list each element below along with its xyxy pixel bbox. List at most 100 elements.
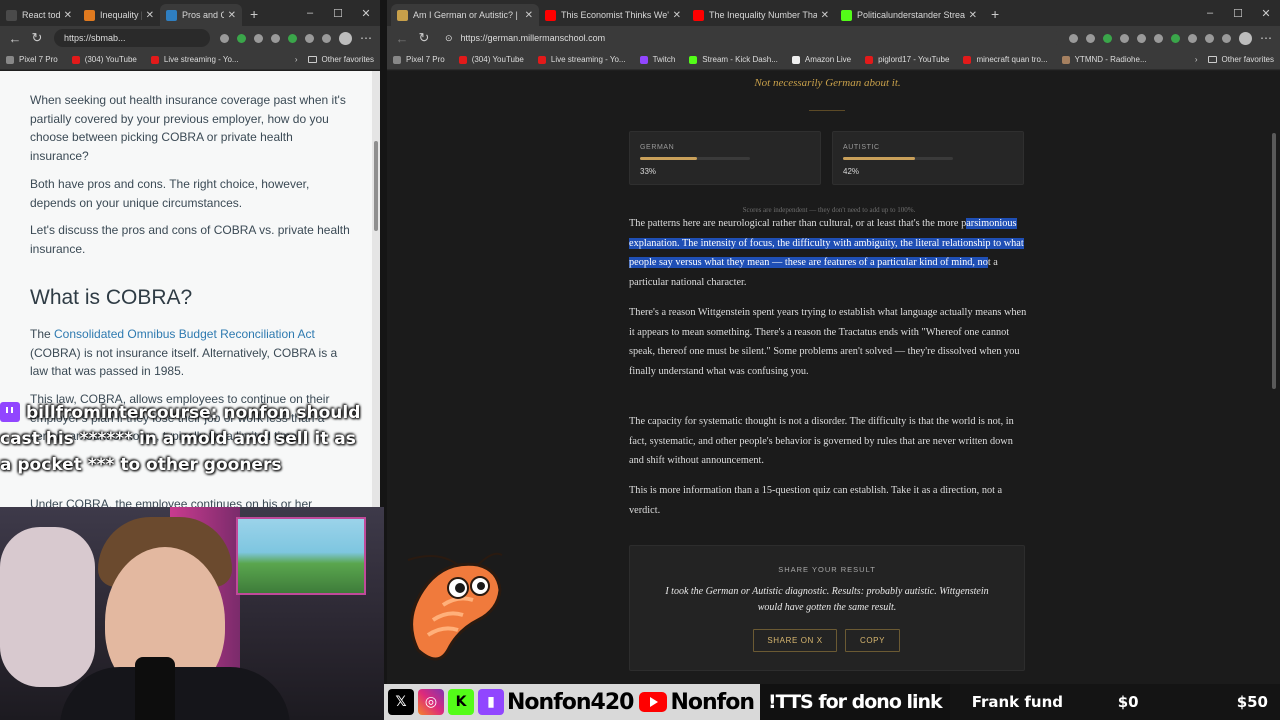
tab-favicon-icon: [166, 9, 177, 21]
share-on-x-button[interactable]: SHARE ON X: [753, 629, 837, 652]
bookmark-minecraft[interactable]: minecraft quan tro...: [963, 55, 1048, 64]
minimize-icon[interactable]: –: [1196, 7, 1224, 20]
close-tab-icon[interactable]: ✕: [673, 10, 681, 21]
tab-inequality-number[interactable]: The Inequality Number That Chang ✕: [687, 4, 835, 26]
bookmark-twitch[interactable]: Twitch: [639, 55, 675, 64]
background-poster: [236, 517, 366, 595]
tab-politicalunderstander[interactable]: Politicalunderstander Stream - Wa ✕: [835, 4, 983, 26]
menu-icon[interactable]: ⋯: [360, 31, 372, 45]
score-bar: [640, 157, 750, 160]
close-window-icon[interactable]: ✕: [352, 7, 380, 20]
tab-react-today[interactable]: React today | ✕: [0, 4, 78, 26]
right-url-field[interactable]: ⊙ https://german.millermanschool.com: [441, 29, 1059, 47]
section-heading: What is COBRA?: [30, 286, 193, 309]
star-icon[interactable]: [1086, 33, 1095, 43]
share-quote: I took the German or Autistic diagnostic…: [665, 586, 989, 613]
result-paragraph: The capacity for systematic thought is n…: [629, 416, 1014, 467]
close-tab-icon[interactable]: ✕: [146, 10, 154, 21]
extension-icon[interactable]: [271, 33, 280, 43]
extension-icon[interactable]: [1120, 33, 1129, 43]
close-tab-icon[interactable]: ✕: [64, 10, 72, 21]
new-tab-icon[interactable]: +: [983, 6, 1007, 22]
bookmark-pixel[interactable]: Pixel 7 Pro: [6, 55, 58, 64]
bookmark-youtube[interactable]: (304) YouTube: [71, 55, 137, 64]
youtube-icon: [537, 55, 546, 64]
share-title: SHARE YOUR RESULT: [778, 565, 876, 574]
article-paragraph: Both have pros and cons. The right choic…: [30, 177, 310, 210]
result-paragraph: The patterns here are neurological rathe…: [629, 218, 1024, 289]
extension-icon[interactable]: [237, 33, 246, 43]
shrimp-mascot-icon: [407, 552, 503, 661]
chevron-right-icon[interactable]: ›: [1195, 55, 1198, 64]
youtube-icon: [458, 55, 467, 64]
extension-icon[interactable]: [1103, 33, 1112, 43]
minimize-icon[interactable]: –: [296, 7, 324, 20]
youtube-icon: [545, 9, 556, 21]
extension-icon[interactable]: [322, 33, 331, 43]
tab-favicon-icon: [84, 9, 95, 21]
scrollbar-thumb[interactable]: [374, 141, 378, 231]
tab-inequality[interactable]: Inequality | N ✕: [78, 4, 160, 26]
star-icon[interactable]: [220, 33, 229, 43]
instagram-icon: ◎: [418, 689, 444, 715]
chat-username: billfromintercourse:: [26, 403, 218, 423]
chevron-right-icon[interactable]: ›: [295, 55, 298, 64]
extension-icon[interactable]: [288, 33, 297, 43]
extension-icon[interactable]: [1205, 33, 1214, 43]
back-icon[interactable]: ←: [391, 31, 413, 46]
bookmark-live[interactable]: Live streaming - Yo...: [537, 55, 626, 64]
score-bar-fill: [843, 157, 915, 160]
tab-german-or-autistic[interactable]: Am I German or Autistic? | Millerm ✕: [391, 4, 539, 26]
result-page-content: Not necessarily German about it. GERMAN …: [387, 71, 1268, 684]
other-favorites[interactable]: Other favorites: [307, 55, 374, 64]
close-window-icon[interactable]: ✕: [1252, 7, 1280, 20]
close-tab-icon[interactable]: ✕: [525, 10, 533, 21]
maximize-icon[interactable]: ☐: [324, 7, 352, 20]
bookmark-kick[interactable]: Stream - Kick Dash...: [689, 55, 778, 64]
divider-rule: [809, 110, 845, 111]
right-extension-icons: ⋯: [1065, 31, 1276, 45]
left-tab-strip: React today | ✕ Inequality | N ✕ Pros an…: [0, 0, 380, 26]
new-tab-icon[interactable]: +: [242, 6, 266, 22]
right-tab-strip: Am I German or Autistic? | Millerm ✕ Thi…: [387, 0, 1280, 26]
bookmark-ytmnd[interactable]: YTMND - Radiohe...: [1061, 55, 1147, 64]
extension-icon[interactable]: [1171, 33, 1180, 43]
window-controls: – ☐ ✕: [296, 7, 380, 20]
bookmark-piglord[interactable]: piglord17 - YouTube: [865, 55, 949, 64]
tab-pros-and-cons[interactable]: Pros and Cons ✕: [160, 4, 242, 26]
bookmark-youtube[interactable]: (304) YouTube: [458, 55, 524, 64]
read-aloud-icon[interactable]: [1069, 33, 1078, 43]
extension-icon[interactable]: [305, 33, 314, 43]
reload-icon[interactable]: ↻: [26, 30, 48, 46]
bookmark-live[interactable]: Live streaming - Yo...: [150, 55, 239, 64]
other-favorites[interactable]: Other favorites: [1207, 55, 1274, 64]
close-tab-icon[interactable]: ✕: [228, 10, 236, 21]
bookmark-amazon-live[interactable]: Amazon Live: [791, 55, 851, 64]
menu-icon[interactable]: ⋯: [1260, 31, 1272, 45]
article-paragraph: When seeking out health insurance covera…: [30, 93, 346, 163]
left-address-bar-row: ← ↻ https://sbmab... ⋯: [0, 26, 380, 50]
cobra-act-link[interactable]: Consolidated Omnibus Budget Reconciliati…: [54, 327, 315, 341]
extension-icon[interactable]: [1222, 33, 1231, 43]
tab-economist[interactable]: This Economist Thinks We're Wron ✕: [539, 4, 687, 26]
youtube-icon: [71, 55, 80, 64]
reload-icon[interactable]: ↻: [413, 30, 435, 46]
plush-toy: [0, 527, 95, 687]
extension-icon[interactable]: [254, 33, 263, 43]
close-tab-icon[interactable]: ✕: [969, 10, 977, 21]
copy-button[interactable]: COPY: [845, 629, 900, 652]
tab-favicon-icon: [397, 9, 408, 21]
close-tab-icon[interactable]: ✕: [821, 10, 829, 21]
maximize-icon[interactable]: ☐: [1224, 7, 1252, 20]
right-scrollbar[interactable]: [1268, 71, 1280, 684]
back-icon[interactable]: ←: [4, 31, 26, 46]
extension-icon[interactable]: [1137, 33, 1146, 43]
profile-avatar[interactable]: [339, 31, 352, 45]
left-url-field[interactable]: https://sbmab...: [54, 29, 210, 47]
extension-icon[interactable]: [1188, 33, 1197, 43]
site-info-icon[interactable]: ⊙: [445, 33, 453, 44]
profile-avatar[interactable]: [1239, 31, 1252, 45]
bookmark-pixel[interactable]: Pixel 7 Pro: [393, 55, 445, 64]
scrollbar-thumb[interactable]: [1272, 133, 1276, 389]
extension-icon[interactable]: [1154, 33, 1163, 43]
